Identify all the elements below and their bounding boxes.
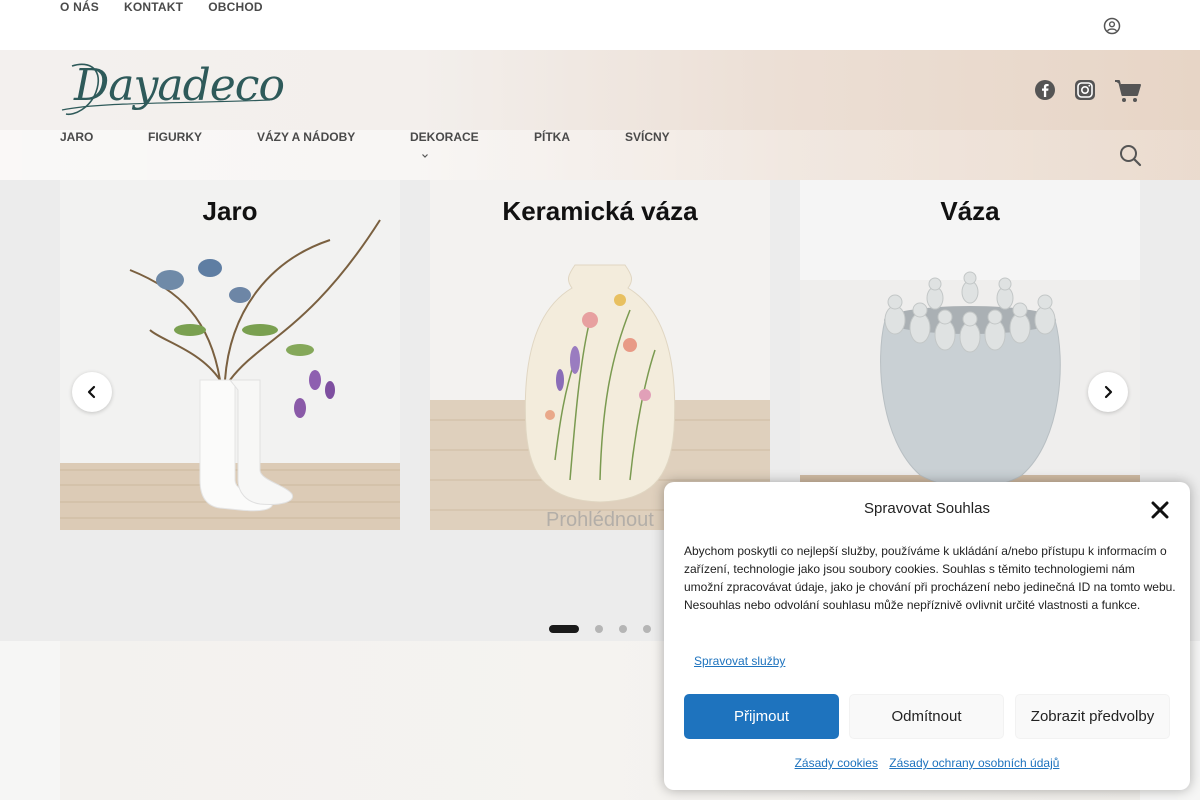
- slide-card[interactable]: Jaro: [60, 180, 400, 530]
- nav-item-figurky[interactable]: FIGURKY: [148, 130, 202, 144]
- boots-vase-image: [60, 219, 400, 530]
- bird-vase-image: [800, 271, 1140, 530]
- cookie-description: Abychom poskytli co nejlepší služby, pou…: [684, 544, 1176, 612]
- account-icon[interactable]: [1103, 17, 1121, 35]
- slide-title: Váza: [940, 196, 1000, 226]
- nav-link-shop[interactable]: OBCHOD: [208, 0, 263, 14]
- top-bar: O NÁS KONTAKT OBCHOD: [0, 0, 1200, 50]
- privacy-policy-link[interactable]: Zásady ochrany osobních údajů: [889, 756, 1059, 770]
- nav-link-contact[interactable]: KONTAKT: [124, 0, 183, 14]
- logo-text: Dayadeco: [74, 60, 285, 111]
- ceramic-vase-image: [430, 264, 770, 530]
- nav-item-dekorace[interactable]: DEKORACE: [410, 130, 479, 144]
- chevron-right-icon: [1104, 385, 1113, 399]
- cookie-consent-dialog: Spravovat Souhlas Abychom poskytli co ne…: [664, 482, 1190, 790]
- slide-card[interactable]: Váza: [800, 180, 1140, 530]
- preferences-button[interactable]: Zobrazit předvolby: [1015, 694, 1170, 739]
- slider-dot[interactable]: [595, 625, 603, 633]
- slider-dot[interactable]: [643, 625, 651, 633]
- slider-dot[interactable]: [619, 625, 627, 633]
- slider-prev-button[interactable]: [72, 372, 112, 412]
- nav-item-svicny[interactable]: SVÍCNY: [625, 130, 670, 144]
- accept-button[interactable]: Přijmout: [684, 694, 839, 739]
- nav-item-pitka[interactable]: PÍTKA: [534, 130, 570, 144]
- instagram-icon[interactable]: [1074, 79, 1096, 101]
- nav-item-jaro[interactable]: JARO: [60, 130, 93, 144]
- chevron-left-icon: [87, 385, 96, 399]
- chevron-down-icon[interactable]: [420, 152, 430, 160]
- top-nav: O NÁS KONTAKT OBCHOD: [60, 0, 263, 14]
- facebook-icon[interactable]: [1034, 79, 1056, 101]
- cart-icon[interactable]: [1114, 79, 1142, 103]
- deny-button[interactable]: Odmítnout: [849, 694, 1004, 739]
- slider-dot[interactable]: [549, 625, 579, 633]
- slider-next-button[interactable]: [1088, 372, 1128, 412]
- view-link[interactable]: Prohlédnout: [546, 509, 654, 532]
- search-icon[interactable]: [1118, 143, 1142, 167]
- nav-link-about[interactable]: O NÁS: [60, 0, 99, 14]
- close-icon[interactable]: [1151, 501, 1169, 519]
- slide-title: Keramická váza: [502, 196, 698, 226]
- slide-title: Jaro: [202, 196, 258, 226]
- site-header: Dayadeco JARO FIGURKY VÁZY A NÁDOBY DEKO…: [0, 50, 1200, 180]
- slide-card[interactable]: Keramická váza: [430, 180, 770, 530]
- cookie-policy-link[interactable]: Zásady cookies: [795, 756, 878, 770]
- site-logo[interactable]: Dayadeco: [60, 60, 285, 122]
- nav-item-vazy[interactable]: VÁZY A NÁDOBY: [257, 130, 355, 144]
- manage-services-link[interactable]: Spravovat služby: [694, 654, 785, 668]
- cookie-policy-links: Zásady cookies Zásady ochrany osobních ú…: [664, 756, 1190, 770]
- cookie-title: Spravovat Souhlas: [864, 500, 990, 517]
